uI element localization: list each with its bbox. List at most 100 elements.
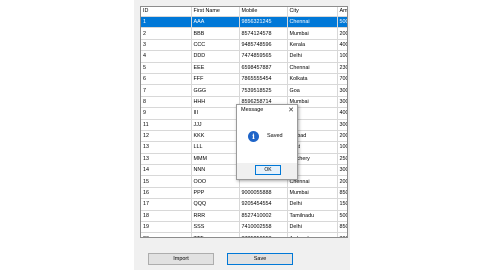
cell-city[interactable]: Delhi xyxy=(287,198,338,211)
cell-amount[interactable]: 3000 xyxy=(337,164,347,177)
cell-city[interactable]: Kolkata xyxy=(287,73,338,86)
close-icon[interactable]: ✕ xyxy=(288,106,294,114)
cell-mobile[interactable]: 7539518525 xyxy=(239,84,288,97)
import-button[interactable]: Import xyxy=(148,253,214,265)
cell-amount[interactable]: 3000 xyxy=(337,96,347,109)
cell-id[interactable]: 20 xyxy=(141,232,192,237)
table-row[interactable]: 17QQQ9205454554Delhi1500 xyxy=(141,198,347,211)
cell-id[interactable]: 13 xyxy=(141,153,192,166)
table-row[interactable]: 19SSS7410002558Delhi8500 xyxy=(141,221,347,234)
cell-first-name[interactable]: MMM xyxy=(191,153,240,166)
cell-city[interactable]: Goa xyxy=(287,84,338,97)
cell-id[interactable]: 8 xyxy=(141,96,192,109)
column-header-mobile[interactable]: Mobile xyxy=(239,7,288,17)
column-header-amount[interactable]: Amount xyxy=(337,7,347,17)
cell-first-name[interactable]: LLL xyxy=(191,141,240,154)
cell-id[interactable]: 16 xyxy=(141,187,192,200)
ok-button[interactable]: OK xyxy=(255,165,281,175)
cell-city[interactable]: Chennai xyxy=(287,62,338,74)
cell-mobile[interactable]: 8735256558 xyxy=(239,232,288,237)
cell-city[interactable]: Kerala xyxy=(287,39,338,52)
cell-id[interactable]: 11 xyxy=(141,119,192,131)
cell-id[interactable]: 2 xyxy=(141,27,192,40)
cell-id[interactable]: 19 xyxy=(141,221,192,234)
cell-first-name[interactable]: III xyxy=(191,107,240,120)
cell-id[interactable]: 5 xyxy=(141,62,192,74)
cell-id[interactable]: 4 xyxy=(141,50,192,63)
cell-first-name[interactable]: EEE xyxy=(191,62,240,74)
cell-id[interactable]: 1 xyxy=(141,16,192,29)
cell-mobile[interactable]: 9000055888 xyxy=(239,187,288,200)
table-row[interactable]: 16PPP9000055888Mumbai8500 xyxy=(141,187,347,200)
cell-amount[interactable]: 3000 xyxy=(337,119,347,131)
cell-amount[interactable]: 4000 xyxy=(337,39,347,52)
cell-first-name[interactable]: BBB xyxy=(191,27,240,40)
cell-first-name[interactable]: PPP xyxy=(191,187,240,200)
cell-first-name[interactable]: OOO xyxy=(191,175,240,188)
cell-first-name[interactable]: JJJ xyxy=(191,119,240,131)
cell-first-name[interactable]: SSS xyxy=(191,221,240,234)
cell-amount[interactable]: 5000 xyxy=(337,210,347,223)
cell-amount[interactable]: 700 xyxy=(337,73,347,86)
column-header-first-name[interactable]: First Name xyxy=(191,7,240,17)
cell-first-name[interactable]: AAA xyxy=(191,16,240,29)
cell-mobile[interactable]: 9856321245 xyxy=(239,16,288,29)
cell-id[interactable]: 3 xyxy=(141,39,192,52)
cell-amount[interactable]: 3000 xyxy=(337,84,347,97)
cell-amount[interactable]: 1000 xyxy=(337,141,347,154)
cell-amount[interactable]: 1000 xyxy=(337,50,347,63)
table-row[interactable]: 3CCC9485748596Kerala4000 xyxy=(141,39,347,52)
cell-city[interactable]: Mumbai xyxy=(287,187,338,200)
cell-first-name[interactable]: KKK xyxy=(191,130,240,143)
save-button[interactable]: Save xyxy=(227,253,293,265)
cell-amount[interactable]: 2500 xyxy=(337,153,347,166)
cell-mobile[interactable]: 9485748596 xyxy=(239,39,288,52)
cell-mobile[interactable]: 6598457887 xyxy=(239,62,288,74)
cell-first-name[interactable]: HHH xyxy=(191,96,240,109)
cell-amount[interactable]: 2000 xyxy=(337,130,347,143)
cell-first-name[interactable]: TTT xyxy=(191,232,240,237)
column-header-city[interactable]: City xyxy=(287,7,338,17)
table-row[interactable]: 7GGG7539518525Goa3000 xyxy=(141,84,347,97)
cell-city[interactable]: Chennai xyxy=(287,16,338,29)
cell-amount[interactable]: 2300 xyxy=(337,62,347,74)
cell-id[interactable]: 14 xyxy=(141,164,192,177)
cell-mobile[interactable]: 7474859565 xyxy=(239,50,288,63)
cell-mobile[interactable]: 9205454554 xyxy=(239,198,288,211)
table-row[interactable]: 2BBB8574124578Mumbai2000 xyxy=(141,27,347,40)
cell-amount[interactable]: 1500 xyxy=(337,198,347,211)
cell-id[interactable]: 9 xyxy=(141,107,192,120)
table-row[interactable]: 18RRR8527410002Tamilnadu5000 xyxy=(141,210,347,223)
cell-first-name[interactable]: NNN xyxy=(191,164,240,177)
table-row[interactable]: 20TTT8735256558Jarkand3000 xyxy=(141,232,347,237)
table-row[interactable]: 1AAA9856321245Chennai5000 xyxy=(141,16,347,29)
cell-city[interactable]: Tamilnadu xyxy=(287,210,338,223)
cell-amount[interactable]: 2000 xyxy=(337,27,347,40)
table-row[interactable]: 6 FFF 7865555454 Kolkata 700 xyxy=(141,73,347,86)
cell-amount[interactable]: 8500 xyxy=(337,187,347,200)
cell-first-name[interactable]: CCC xyxy=(191,39,240,52)
cell-id[interactable]: 13 xyxy=(141,141,192,154)
cell-amount[interactable]: 8500 xyxy=(337,221,347,234)
cell-mobile[interactable]: 7865555454 xyxy=(239,73,288,86)
cell-id[interactable]: 18 xyxy=(141,210,192,223)
cell-first-name[interactable]: DDD xyxy=(191,50,240,63)
table-row[interactable]: 5EEE6598457887Chennai2300 xyxy=(141,62,347,74)
cell-city[interactable]: Mumbai xyxy=(287,27,338,40)
cell-id[interactable]: 17 xyxy=(141,198,192,211)
cell-mobile[interactable]: 8574124578 xyxy=(239,27,288,40)
cell-city[interactable]: Delhi xyxy=(287,221,338,234)
cell-city[interactable]: Delhi xyxy=(287,50,338,63)
cell-mobile[interactable]: 8527410002 xyxy=(239,210,288,223)
cell-amount[interactable]: 3000 xyxy=(337,232,347,237)
cell-amount[interactable]: 5000 xyxy=(337,16,347,29)
cell-amount[interactable]: 20000 xyxy=(337,175,347,188)
cell-mobile[interactable]: 7410002558 xyxy=(239,221,288,234)
cell-id[interactable]: 12 xyxy=(141,130,192,143)
cell-first-name[interactable]: GGG xyxy=(191,84,240,97)
cell-id[interactable]: 15 xyxy=(141,175,192,188)
column-header-id[interactable]: ID xyxy=(141,7,192,17)
cell-id[interactable]: 7 xyxy=(141,84,192,97)
cell-amount[interactable]: 4000 xyxy=(337,107,347,120)
cell-first-name[interactable]: RRR xyxy=(191,210,240,223)
